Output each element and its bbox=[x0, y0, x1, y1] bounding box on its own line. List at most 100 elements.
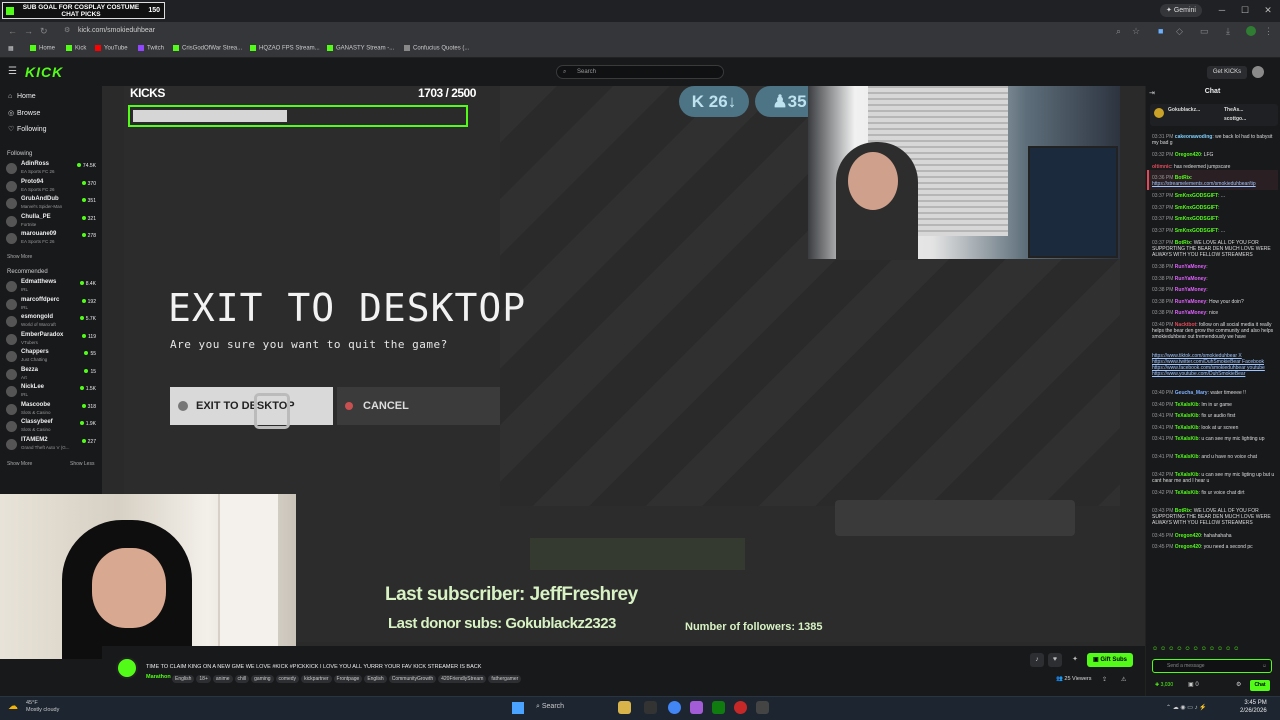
chat-username[interactable]: TeXalsKib bbox=[1175, 425, 1199, 431]
recommended-channel-7[interactable]: Mascoobe Slots & Casino 318 bbox=[6, 402, 98, 418]
search-input[interactable]: ⌕ Search bbox=[556, 65, 724, 79]
stream-category[interactable]: Marathon bbox=[146, 674, 171, 680]
zoom-icon[interactable]: ⌕ bbox=[1116, 26, 1121, 37]
recommended-channel-2[interactable]: esmongold World of Warcraft 5.7K bbox=[6, 314, 98, 330]
chat-username[interactable]: RunYaMoney bbox=[1175, 264, 1206, 270]
chat-settings-icon[interactable]: ⚙ bbox=[1236, 681, 1241, 688]
chat-username[interactable]: TeXalsKib bbox=[1175, 436, 1199, 442]
stream-tag[interactable]: comedy bbox=[275, 675, 300, 683]
taskbar-app2-icon[interactable] bbox=[690, 701, 703, 714]
hamburger-menu-icon[interactable]: ☰ bbox=[8, 66, 17, 77]
gift-icon[interactable]: ▣ 0 bbox=[1188, 681, 1199, 688]
chat-username[interactable]: SmKnxGODSGIFT bbox=[1175, 228, 1218, 234]
pinned-user-2[interactable]: TheAs... bbox=[1224, 107, 1243, 113]
nav-browse[interactable]: ◎ Browse bbox=[8, 109, 40, 117]
chat-username[interactable]: Oregon420 bbox=[1175, 544, 1201, 550]
share-icon[interactable]: ✦ bbox=[1068, 653, 1082, 667]
recommended-channel-5[interactable]: Bezza Art 15 bbox=[6, 367, 98, 383]
gift-subs-button[interactable]: ▣ Gift Subs bbox=[1087, 653, 1133, 667]
chat-username[interactable]: RunYaMoney bbox=[1175, 299, 1206, 305]
following-channel-2[interactable]: GrubAndDub Marvel's Spider-Man 351 bbox=[6, 196, 98, 212]
profile-avatar[interactable] bbox=[1246, 26, 1256, 36]
pinned-user-3[interactable]: scottgo... bbox=[1224, 116, 1246, 122]
channel-avatar[interactable] bbox=[116, 657, 138, 679]
emoji-icon[interactable]: ☺ bbox=[1262, 660, 1267, 672]
stream-tag[interactable]: English bbox=[364, 675, 387, 683]
tray-icons[interactable]: ⌃ ☁ ◉ ▭ ♪ ⚡ bbox=[1166, 704, 1207, 711]
recommended-channel-3[interactable]: EmberParadox VTubers 119 bbox=[6, 332, 98, 348]
pinned-user-1[interactable]: Gokublackz... bbox=[1168, 107, 1200, 113]
emote-row[interactable]: ☺☺☺☺☺☺☺☺☺☺☺ bbox=[1152, 646, 1276, 656]
following-channel-3[interactable]: Chulla_PE Fortnite 321 bbox=[6, 214, 98, 230]
taskbar-app-icon[interactable] bbox=[644, 701, 657, 714]
recommended-channel-6[interactable]: NickLee IRL 1.5K bbox=[6, 384, 98, 400]
tabs-icon[interactable]: ▭ bbox=[1200, 26, 1209, 37]
windows-start-icon[interactable] bbox=[512, 702, 524, 714]
stream-tag[interactable]: English bbox=[172, 675, 195, 683]
chat-username[interactable]: SmKnxGODSGIFT bbox=[1175, 216, 1218, 222]
chat-username[interactable]: RunYaMoney bbox=[1175, 276, 1206, 282]
bookmark-confucius[interactable]: Confucius Quotes (... bbox=[404, 45, 469, 52]
chat-message-input[interactable]: Send a message ☺ bbox=[1152, 659, 1272, 673]
kick-logo[interactable]: KICK bbox=[25, 64, 63, 80]
xbox-icon[interactable] bbox=[712, 701, 725, 714]
taskbar-app4-icon[interactable] bbox=[756, 701, 769, 714]
chat-username[interactable]: SmKnxGODSGIFT bbox=[1175, 193, 1218, 199]
bookmark-youtube[interactable]: YouTube bbox=[95, 45, 128, 52]
extension-icon[interactable]: ■ bbox=[1158, 26, 1163, 36]
nav-following[interactable]: ♡ Following bbox=[8, 125, 47, 133]
share-arrow-icon[interactable]: ⇪ bbox=[1102, 676, 1107, 683]
taskbar-clock[interactable]: 3:45 PM 2/26/2026 bbox=[1240, 699, 1267, 715]
show-more-following[interactable]: Show More bbox=[7, 254, 32, 260]
taskbar-search[interactable]: ⌕ Search bbox=[536, 703, 564, 711]
forward-icon[interactable]: → bbox=[24, 26, 33, 36]
get-kicks-button[interactable]: Get KICKs bbox=[1207, 66, 1247, 79]
chat-username[interactable]: Oregon420 bbox=[1175, 533, 1201, 539]
maximize-icon[interactable]: ☐ bbox=[1237, 3, 1253, 17]
chat-username[interactable]: TeXalsKib bbox=[1175, 490, 1199, 496]
chat-text[interactable]: https://streamelements.com/smokieduhbear… bbox=[1152, 181, 1256, 187]
chat-username[interactable]: TeXalsKib bbox=[1175, 454, 1199, 460]
chat-username[interactable]: RunYaMoney bbox=[1175, 287, 1206, 293]
chat-text[interactable]: https://www.tiktok.com/smokieduhbear X h… bbox=[1152, 353, 1265, 377]
bookmark-home[interactable]: Home bbox=[30, 45, 55, 52]
bookmark-ganasty[interactable]: GANASTY Stream -... bbox=[327, 45, 394, 52]
chat-username[interactable]: SmKnxGODSGIFT bbox=[1175, 205, 1218, 211]
stream-tag[interactable]: Frontpage bbox=[333, 675, 363, 683]
gemini-button[interactable]: ✦ Gemini bbox=[1160, 4, 1202, 17]
download-icon[interactable]: ⤓ bbox=[1226, 26, 1230, 37]
chat-username[interactable]: TeXalsKib bbox=[1175, 402, 1199, 408]
stream-tag[interactable]: anime bbox=[212, 675, 233, 683]
recommended-channel-8[interactable]: Classybeef Slots & Casino 1.9K bbox=[6, 419, 98, 435]
following-channel-1[interactable]: Proto94 EA Sports FC 26 370 bbox=[6, 179, 98, 195]
user-avatar[interactable] bbox=[1252, 66, 1264, 78]
kick-points[interactable]: ✚ 3,030 bbox=[1155, 682, 1173, 688]
stream-tag[interactable]: fathergamer bbox=[488, 675, 522, 683]
bookmark-crisgodofwar[interactable]: CrisGodOfWar Strea... bbox=[173, 45, 242, 52]
bookmark-twitch[interactable]: Twitch bbox=[138, 45, 164, 52]
stream-tag[interactable]: gaming bbox=[251, 675, 274, 683]
recommended-channel-4[interactable]: Chappers Just Chatting 55 bbox=[6, 349, 98, 365]
taskbar-app3-icon[interactable] bbox=[734, 701, 747, 714]
chat-username[interactable]: TeXalsKib bbox=[1175, 413, 1199, 419]
recommended-channel-0[interactable]: Edmatthews IRL 8.4K bbox=[6, 279, 98, 295]
report-icon[interactable]: ⚠ bbox=[1121, 676, 1126, 683]
chat-send-button[interactable]: Chat bbox=[1250, 680, 1270, 691]
apps-icon[interactable]: ▦ bbox=[8, 45, 14, 52]
close-icon[interactable]: ✕ bbox=[1260, 3, 1276, 17]
bookmark-star-icon[interactable]: ☆ bbox=[1132, 26, 1140, 37]
weather-widget[interactable]: 45°F Mostly cloudy bbox=[26, 700, 59, 714]
site-info-icon[interactable]: ⚙ bbox=[64, 26, 70, 34]
stream-tag[interactable]: CommunityGrowth bbox=[388, 675, 437, 683]
chrome-icon[interactable] bbox=[668, 701, 681, 714]
weather-icon[interactable]: ☁ bbox=[8, 701, 18, 712]
menu-icon[interactable]: ⋮ bbox=[1264, 26, 1273, 37]
recommended-channel-1[interactable]: marcoffdperc IRL 192 bbox=[6, 297, 98, 313]
chat-username[interactable]: Oregon420 bbox=[1175, 152, 1201, 158]
show-less-button[interactable]: Show Less bbox=[70, 461, 94, 467]
stream-tag[interactable]: chill bbox=[234, 675, 250, 683]
chat-username[interactable]: Geucha_Mary bbox=[1175, 390, 1208, 396]
stream-tag[interactable]: 420FriendlyStream bbox=[438, 675, 487, 683]
chat-username[interactable]: RunYaMoney bbox=[1175, 310, 1206, 316]
chat-username[interactable]: oltimnic bbox=[1152, 164, 1171, 170]
